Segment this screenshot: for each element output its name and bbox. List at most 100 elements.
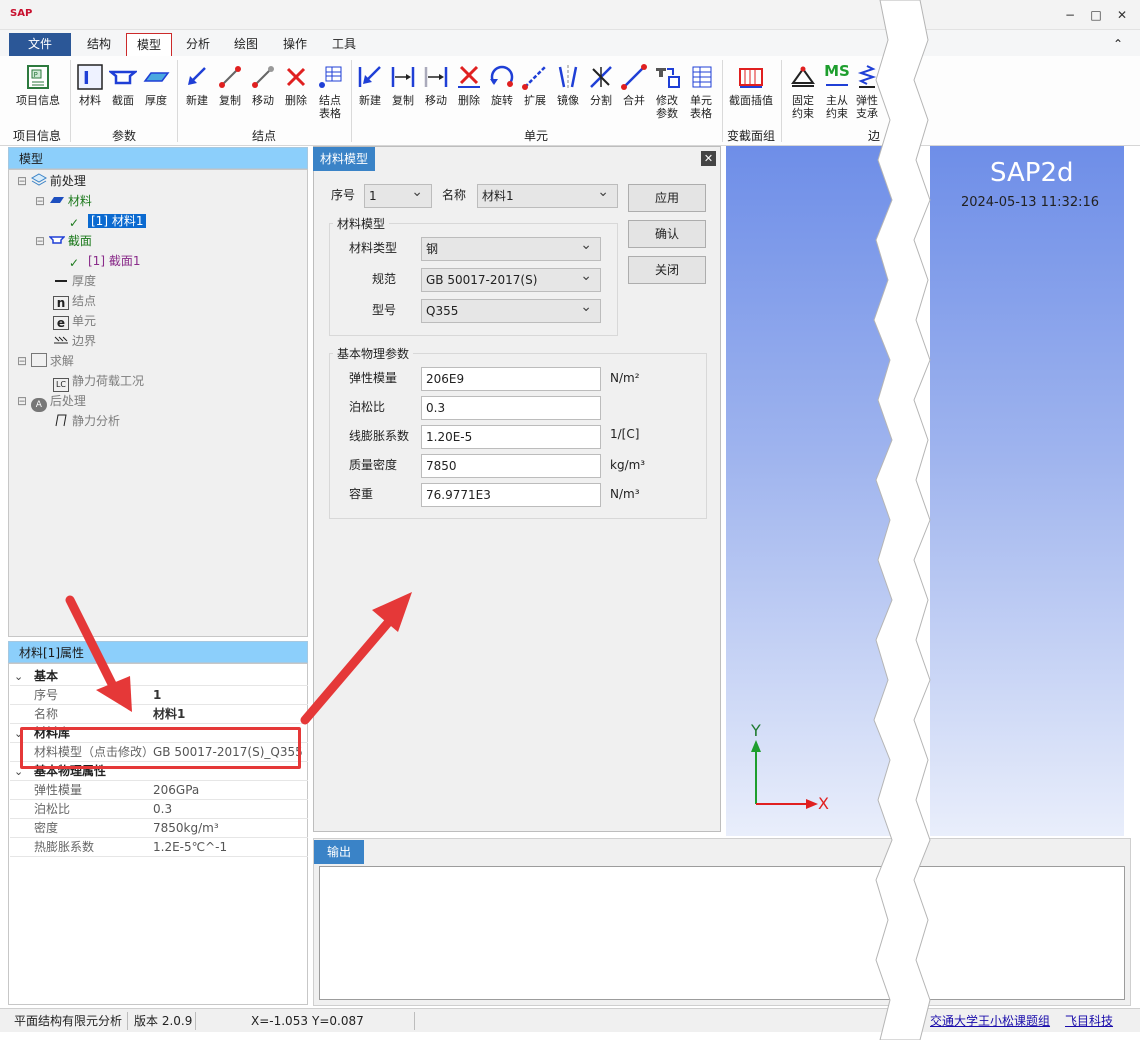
tree-node-elements[interactable]: e 单元	[53, 312, 96, 330]
prop-row-thermal[interactable]: 热膨胀系数 1.2E-5℃^-1	[10, 838, 308, 857]
element-letter-icon: e	[53, 316, 69, 330]
menu-tools[interactable]: 工具	[323, 33, 365, 56]
tree-node-postprocess[interactable]: ⊟ A 后处理	[17, 392, 86, 412]
ribbon-section-button[interactable]: 截面	[107, 56, 139, 126]
axis-x-label: X	[818, 794, 829, 813]
poisson-input[interactable]: 0.3	[421, 396, 601, 420]
solve-icon	[30, 353, 47, 367]
section-icon	[107, 60, 139, 94]
ribbon-element-new-button[interactable]: 新建	[354, 56, 386, 126]
ribbon-collapse-icon[interactable]: ⌃	[1108, 33, 1128, 56]
material-type-select[interactable]: 钢	[421, 234, 601, 261]
element-copy-icon	[387, 60, 419, 94]
material-group-icon	[49, 193, 65, 207]
ribbon-project-info-button[interactable]: P 项目信息	[10, 56, 66, 126]
model-panel-header: 模型	[8, 147, 308, 169]
output-tab[interactable]: 输出	[314, 840, 364, 864]
prop-row-density[interactable]: 密度 7850kg/m³	[10, 819, 308, 838]
tree-node-preprocess[interactable]: ⊟ 前处理	[17, 172, 86, 190]
ribbon-element-modify-button[interactable]: 修改 参数	[651, 56, 683, 126]
minimize-button[interactable]: −	[1061, 6, 1079, 24]
element-extend-icon	[519, 60, 551, 94]
thickness-icon	[140, 60, 172, 94]
ribbon-element-mirror-button[interactable]: 镜像	[552, 56, 584, 126]
menu-draw[interactable]: 绘图	[225, 33, 267, 56]
menu-model[interactable]: 模型	[126, 33, 172, 56]
close-window-button[interactable]: ✕	[1113, 6, 1131, 24]
node-table-icon	[313, 60, 347, 94]
status-credit-link[interactable]: 交通大学王小松课题组	[930, 1013, 1050, 1029]
ribbon-node-table-button[interactable]: 结点 表格	[313, 56, 347, 126]
apply-button[interactable]: 应用	[628, 184, 706, 212]
tree-node-nodes[interactable]: n 结点	[53, 292, 96, 310]
tree-node-solve[interactable]: ⊟ 求解	[17, 352, 74, 370]
menu-analysis[interactable]: 分析	[177, 33, 219, 56]
status-coord-y: Y=0.087	[312, 1014, 364, 1028]
thermal-input[interactable]: 1.20E-5	[421, 425, 601, 449]
ribbon-element-merge-button[interactable]: 合并	[618, 56, 650, 126]
ribbon-element-split-button[interactable]: 分割	[585, 56, 617, 126]
ribbon-material-button[interactable]: I 材料	[74, 56, 106, 126]
node-move-icon	[247, 60, 279, 94]
graphics-viewport-right[interactable]	[930, 146, 1124, 836]
prop-row-modulus[interactable]: 弹性模量 206GPa	[10, 781, 308, 800]
tree-node-boundary[interactable]: 边界	[53, 332, 96, 350]
section-group-icon	[48, 233, 66, 247]
menu-operate[interactable]: 操作	[274, 33, 316, 56]
ribbon-fixed-support-button[interactable]: 固定 约束	[786, 56, 820, 126]
index-label: 序号	[331, 188, 356, 202]
ribbon-node-new-button[interactable]: 新建	[181, 56, 213, 126]
modulus-input[interactable]: 206E9	[421, 367, 601, 391]
ribbon: P 项目信息 I 材料 截面 厚度 新建 复制 移动 删除 结点 表格 新建 复…	[0, 56, 1140, 146]
ribbon-thickness-button[interactable]: 厚度	[140, 56, 172, 126]
postprocess-icon: A	[30, 398, 47, 412]
ok-button[interactable]: 确认	[628, 220, 706, 248]
ribbon-node-move-button[interactable]: 移动	[247, 56, 279, 126]
ribbon-node-copy-button[interactable]: 复制	[214, 56, 246, 126]
thermal-unit: 1/[C]	[610, 427, 640, 441]
tree-node-thickness[interactable]: 厚度	[53, 272, 96, 290]
ribbon-element-delete-button[interactable]: 删除	[453, 56, 485, 126]
ribbon-element-rotate-button[interactable]: 旋转	[486, 56, 518, 126]
grade-select[interactable]: Q355	[421, 296, 601, 323]
dialog-close-icon[interactable]: ✕	[701, 151, 716, 166]
unit-weight-label: 容重	[349, 487, 374, 501]
index-select[interactable]: 1	[364, 181, 432, 208]
ribbon-element-copy-button[interactable]: 复制	[387, 56, 419, 126]
name-select[interactable]: 材料1	[477, 181, 618, 208]
output-text[interactable]	[319, 866, 1125, 1000]
tree-node-material-1[interactable]: ✓ [1] 材料1	[69, 212, 147, 230]
status-app-name: 平面结构有限元分析	[14, 1014, 123, 1028]
status-company-link[interactable]: 飞目科技	[1065, 1013, 1113, 1029]
poisson-label: 泊松比	[349, 400, 386, 414]
ribbon-element-extend-button[interactable]: 扩展	[519, 56, 551, 126]
menu-structure[interactable]: 结构	[78, 33, 120, 56]
ribbon-section-interp-button[interactable]: 截面插值	[725, 56, 777, 126]
element-rotate-icon	[486, 60, 518, 94]
tree-node-section[interactable]: ⊟ 截面	[35, 232, 92, 250]
tree-node-material[interactable]: ⊟ 材料	[35, 192, 92, 210]
ribbon-node-delete-button[interactable]: 删除	[280, 56, 312, 126]
close-button[interactable]: 关闭	[628, 256, 706, 284]
tree-node-static-loadcase[interactable]: LC 静力荷载工况	[53, 372, 144, 392]
tree-node-section-1[interactable]: ✓ [1] 截面1	[69, 252, 140, 270]
density-input[interactable]: 7850	[421, 454, 601, 478]
group-variable-section: 变截面组	[726, 129, 775, 143]
prop-row-poisson[interactable]: 泊松比 0.3	[10, 800, 308, 819]
ribbon-element-move-button[interactable]: 移动	[420, 56, 452, 126]
status-bar: 平面结构有限元分析 版本 2.0.9 X=-1.053 Y=0.087 交通大学…	[0, 1008, 1140, 1032]
thickness-small-icon	[53, 273, 69, 287]
name-label: 名称	[442, 188, 467, 202]
unit-weight-input[interactable]: 76.9771E3	[421, 483, 601, 507]
tree-node-static-analysis[interactable]: 静力分析	[53, 412, 120, 430]
ribbon-element-table-button[interactable]: 单元 表格	[684, 56, 718, 126]
element-split-icon	[585, 60, 617, 94]
dialog-tab[interactable]: 材料模型	[313, 147, 375, 171]
maximize-button[interactable]: □	[1087, 6, 1105, 24]
node-delete-icon	[280, 60, 312, 94]
code-select[interactable]: GB 50017-2017(S)	[421, 265, 601, 292]
ribbon-master-slave-button[interactable]: MS 主从 约束	[820, 56, 854, 126]
material-icon: I	[74, 60, 106, 94]
menu-file[interactable]: 文件	[9, 33, 71, 56]
layers-icon	[30, 173, 47, 187]
